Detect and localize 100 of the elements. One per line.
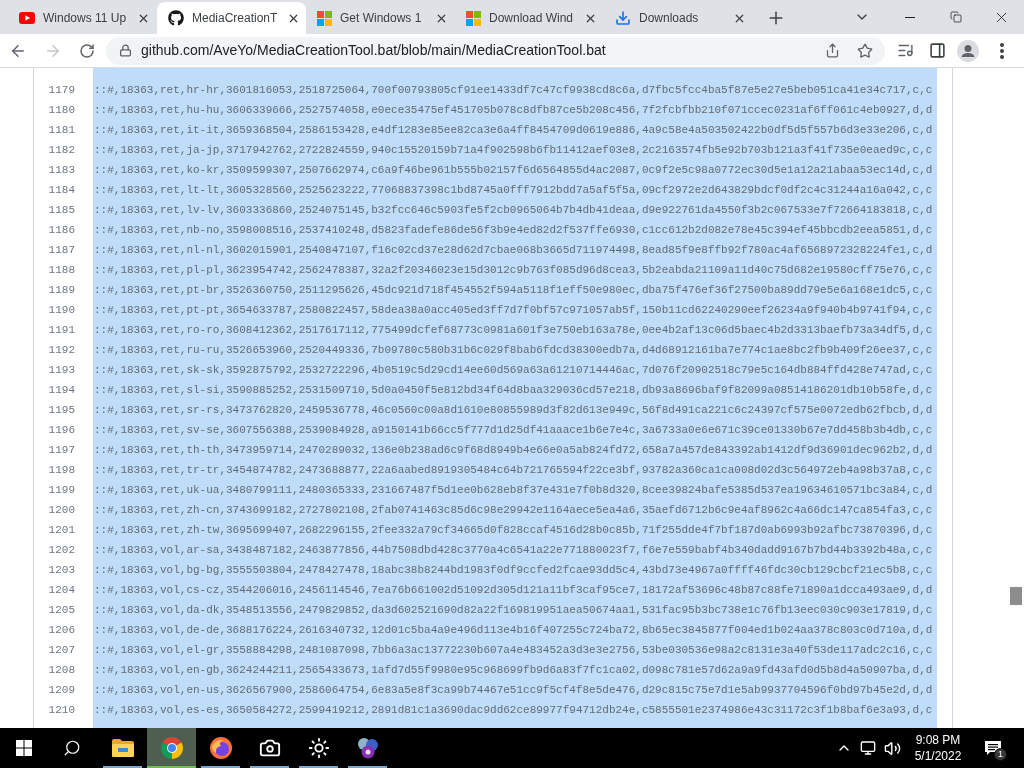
line-number: 1210 [48, 703, 75, 718]
line-number: 1206 [48, 623, 75, 638]
code-line: ::#,18363,ret,sk-sk,3592875792,2532722296,4b0519c5d29cd14ee60d569a63a61210714446ac,7d076f20902518c79e5c164db884ffd428e747ad,c,c [93, 363, 933, 378]
notification-count-badge: 1 [994, 748, 1007, 761]
line-number: 1205 [48, 603, 75, 618]
music-list-icon [896, 42, 914, 59]
lock-icon [119, 44, 132, 57]
line-number: 1196 [48, 423, 75, 438]
line-number: 1181 [48, 123, 75, 138]
code-line: ::#,18363,vol,el-gr,3558884298,2481087098,7bb6a3ac13772230b607a4e483452a3d3e3e2756,53be030536e98a2c8131e3a40f53de117adc2c16,c,c [93, 643, 933, 658]
line-number: 1184 [48, 183, 75, 198]
code-line: ::#,18363,vol,en-gb,3624244211,2565433673,1afd7d55f9980e95c968699fb9d6a83f7fc1ca02,d098c781e57d62a9a9fd43afd0d5b8d4a50907ba,d,d [93, 663, 933, 678]
code-line: ::#,18363,ret,lv-lv,3603336860,2524075145,b32fcc646c5903fe5f2cb0965064b7b4db41deaa,d9e922761da4550f3b2c067533e7f72664183818,c,d [93, 203, 933, 218]
folder-icon [111, 739, 134, 757]
message-icon [985, 740, 1001, 756]
line-number: 1202 [48, 543, 75, 558]
line-number: 1203 [48, 563, 75, 578]
line-number: 1195 [48, 403, 75, 418]
code-line: ::#,18363,ret,hr-hr,3601816053,2518725064,700f00793805cf91ee1433df7c47cf9938cd8c6a,d7fbc5fcc4ba5f87e5e27e5beb051ca41e34c717,c,c [93, 83, 933, 98]
sun-icon [307, 737, 330, 759]
four-squares-icon [317, 10, 332, 26]
avatar-icon [957, 39, 979, 62]
monitor-icon [860, 740, 876, 756]
line-number: 1187 [48, 243, 75, 258]
play-logo-icon [19, 12, 35, 24]
url-text: github.com/AveYo/MediaCreationTool.bat/blob/main/MediaCreationTool.bat [141, 41, 606, 60]
line-number: 1192 [48, 343, 75, 358]
round-browser-icon [160, 737, 183, 759]
code-line: ::#,18363,ret,ro-ro,3608412362,2517617112,775499dcfef68773c0981a601f3e750eb163a78e,0ee4b2af13c06d5baec4b2d3313baefb73a34df5,d,c [93, 323, 933, 338]
browser-tab[interactable]: Downloads [604, 2, 753, 34]
clock-button[interactable]: 9:08 PM 5/1/2022 [904, 728, 972, 768]
code-line: ::#,18363,ret,sv-se,3607556388,2539084928,a9150141b66cc5f777d1d25df41aaace1b6e7e4c,3a6733a0e6e671c39ce01330b67e7dd458b3b4db,c,c [93, 423, 933, 438]
menu-icon [1000, 42, 1004, 59]
line-number: 1182 [48, 143, 75, 158]
code-line: ::#,18363,ret,th-th,3473959714,2470289032,136e0b238ad6c9f68d8949b4e66e0a5ab824fd72,658a7a457de843392ab1412df9d36901dec962b2,d,d [93, 443, 933, 458]
windows-logo-icon [16, 740, 32, 756]
line-number: 1209 [48, 683, 75, 698]
code-line: ::#,18363,vol,ar-sa,3438487182,2463877856,44b7508dbd428c3770a4c6541a22e771880023f7,f6e7e559babf4b340dadd9167b7bd44b3392b48a,c,c [93, 543, 933, 558]
code-line: ::#,18363,ret,ru-ru,3526653960,2520449336,7b09780c580b31b6c029f8bab6fdcd38300edb7a,d4d68912161ba7e774c1ae8bc2fb9b409f26ee37,c,c [93, 343, 933, 358]
four-squares-icon [466, 10, 481, 26]
code-line: ::#,18363,ret,ko-kr,3509599307,2507662974,c6a9f46be961b555b02157f6d6564855d4ac2087,0c9f2e5c98a0772ec30d5e1a12a21abaa53ec14d,c,d [93, 163, 933, 178]
address-bar[interactable]: github.com/AveYo/MediaCreationTool.bat/blob/main/MediaCreationTool.bat [106, 36, 885, 65]
scrollbar-thumb[interactable] [1010, 587, 1022, 605]
code-line: ::#,18363,ret,zh-tw,3695699407,2682296155,2fee332a79cf34665d0f828ccaf4516d28b0c85b,71f255dde4f7bf187d0ab6993b92afbc73870396,d,c [93, 523, 933, 538]
line-number: 1200 [48, 503, 75, 518]
browser-tab[interactable]: Get Windows 1 [306, 2, 455, 34]
line-number: 1198 [48, 463, 75, 478]
line-number: 1201 [48, 523, 75, 538]
code-line: ::#,18363,ret,ja-jp,3717942762,2722824559,940c15520159b71a4f902598b6fb11412aef03e8,2c2163574fb5e92b703b121a3f41f735e0eaed9c,c,c [93, 143, 933, 158]
restore-icon [949, 11, 962, 23]
line-number: 1185 [48, 203, 75, 218]
code-line: ::#,18363,ret,sl-si,3590885252,2531509710,5d0a0450f5e812bd34f64d8baa329036cd57e218,db93a8696baf9f82099a08514186201db10b58fe,d,c [93, 383, 933, 398]
code-line: ::#,18363,ret,nb-no,3598008516,2537410248,d5823fadefe86de56f3b9e4ed82d2f537ffe6930,c1cc612b2d082e78e45c394ef45bbcdb2eea5851,d,c [93, 223, 933, 238]
flame-globe-icon [209, 737, 232, 759]
code-line: ::#,18363,ret,zh-cn,3743699182,2727802108,2fab0741463c85d6c98e29942e1164aece5ea4a6,35aefd6712b6c9e4af8962c4a66dc147ca854fa3,c,c [93, 503, 933, 518]
line-number: 1191 [48, 323, 75, 338]
line-number: 1193 [48, 363, 75, 378]
speaker-icon [883, 739, 901, 757]
line-number: 1179 [48, 83, 75, 98]
code-line: ::#,18363,ret,hu-hu,3606339666,2527574058,e0ece35475ef451705b078c8dfb87ce5b208c456,7f2fcbfbb210f071ccec0231af6ff061c4eb0927,d,d [93, 103, 933, 118]
side-panel-icon [928, 42, 946, 59]
browser-tab[interactable]: Download Wind [455, 2, 604, 34]
line-number: 1194 [48, 383, 75, 398]
code-line: ::#,18363,ret,pl-pl,3623954742,2562478387,32a2f20346023e15d3012c9b763f085d96d8cea3,5b2eabda21109a11d40c75d682e19580cff75e76,c,c [93, 263, 933, 278]
camera-icon [258, 737, 281, 759]
line-number: 1190 [48, 303, 75, 318]
code-line: ::#,18363,vol,es-es,3650584272,2599419212,2891d81c1a3690dac9dd62ce89977f94712db24e,c5855501e2374986e43c31172c3f1b8baf6e3a93,d,c [93, 703, 933, 718]
line-number: 1188 [48, 263, 75, 278]
code-line: ::#,18363,ret,sr-rs,3473762820,2459536778,46c0560c00a8d1610e80855989d3f82d613e949c,56f8d491ca221c6c24397cf575e0072edb62fbcb,d,d [93, 403, 933, 418]
browser-tab[interactable]: Windows 11 Up [8, 2, 157, 34]
code-line: ::#,18363,ret,pt-pt,3654633787,2580822457,58dea38a0acc405ed3ff7d7f0bf57c971057ab5f,150b11cd62240290eef26234a9f940b4b9741f94,c,c [93, 303, 933, 318]
notification-button[interactable]: 1 [978, 728, 1008, 768]
colored-balls-icon [355, 737, 380, 759]
search-icon [63, 739, 81, 757]
cat-logo-icon [168, 10, 184, 26]
minimize-icon [905, 16, 915, 18]
code-line: ::#,18363,vol,bg-bg,3555503804,2478427478,18abc38b8244bd1983f0df9ccfed2fcae93dd5c4,43bd73e4967a0ffff46fdc30cb129cbcf21ec5b8,c,c [93, 563, 933, 578]
line-number: 1204 [48, 583, 75, 598]
code-line: ::#,18363,ret,it-it,3659368504,2586153428,e4df1283e85ee82ca3e6a4ff8454709d0619e886,4a9c58e4a503502422b0df5d5f557b6d3e33e206,c,d [93, 123, 933, 138]
share-icon [824, 43, 840, 58]
line-number: 1180 [48, 103, 75, 118]
line-number: 1183 [48, 163, 75, 178]
code-line: ::#,18363,vol,da-dk,3548513556,2479829852,da3d602521690d82a22f169819951aea50674aa1,531fac95b3bc738e1c76fb13eec030c903e17819,d,c [93, 603, 933, 618]
line-number: 1208 [48, 663, 75, 678]
line-number: 1186 [48, 223, 75, 238]
browser-tab[interactable]: MediaCreationT [157, 2, 306, 34]
line-number: 1199 [48, 483, 75, 498]
code-line: ::#,18363,vol,cs-cz,3544206016,2456114546,7ea76b661002d51092d305d121a11bf3caf95ce7,18172af53696c48b87c88fe71890a1dcca493ae9,d,d [93, 583, 933, 598]
star-icon [857, 42, 873, 59]
code-line: ::#,18363,ret,uk-ua,3480799111,2480365333,231667487f5d1ee0b628eb8f37e431e7f0b8d320,8cee39824bafe5385d537ea19634610571bc3a84,c,d [93, 483, 933, 498]
code-line: ::#,18363,ret,lt-lt,3605328560,2525623222,77068837398c1bd8745a0fff7912bdd7a5af5f5a,09cf2972e2d643829bdcf0df2c4c31244a16a042,c,c [93, 183, 933, 198]
code-line: ::#,18363,vol,de-de,3688176224,2616340732,12d01c5ba4a9e496d113e4b16f407255c724ba72,8b65ec3845877f004ed1b024aa378c803c0d710a,d,d [93, 623, 933, 638]
line-number: 1189 [48, 283, 75, 298]
code-line: ::#,18363,vol,en-us,3626567900,2586064754,6e83a5e8f3ca99b74467e51cc9f5cf4f8e5de476,d29c815c75e7d1e5ab9937704596f0bd97b45e2d,d,d [93, 683, 933, 698]
code-line: ::#,18363,ret,nl-nl,3602015901,2540847107,f16c02cd37e28d62d7cbae068b3665d711974498,8ead85f9e8ffb92f780ac4af6568972328224fe1,c,d [93, 243, 933, 258]
line-number: 1207 [48, 643, 75, 658]
code-line: ::#,18363,ret,pt-br,3526360750,2511295626,45dc921d718f454552f594a5118f1eff50e980ec,dba75f476ef36f27500ba89dd79e5e6a168e1dc5,c,c [93, 283, 933, 298]
code-line: ::#,18363,ret,tr-tr,3454874782,2473688877,22a6aabed8919305484c64b721765594f22ce3bf,93782a360ca1ca008d02d3c564972eb4a98b37a8,c,c [93, 463, 933, 478]
line-number: 1197 [48, 443, 75, 458]
download-icon [615, 10, 631, 26]
